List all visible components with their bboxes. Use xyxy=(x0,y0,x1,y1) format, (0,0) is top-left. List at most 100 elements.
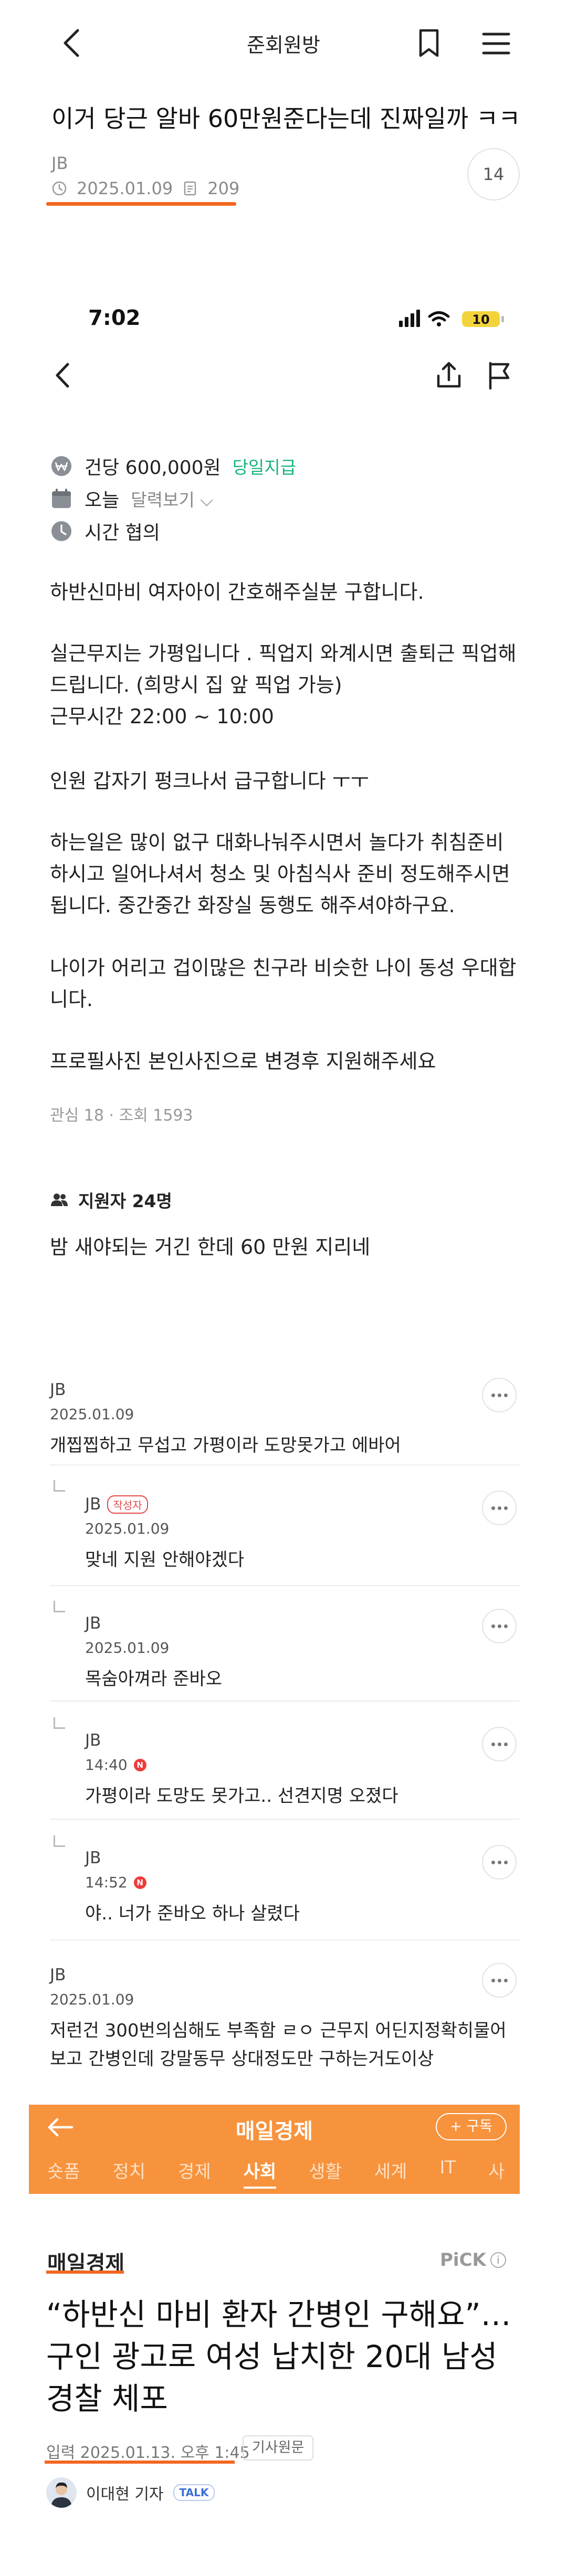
news-tabs: 숏폼 정치 경제 사회 생활 세계 IT 사 xyxy=(29,2157,520,2189)
news-header-bar: 매일경제 + 구독 숏폼 정치 경제 사회 생활 세계 IT 사 xyxy=(29,2105,520,2194)
tab-life[interactable]: 생활 xyxy=(309,2157,342,2189)
reply-item: JB 작성자 2025.01.09 맞네 지원 안해야겠다 xyxy=(85,1495,244,1574)
post-title: 이거 당근 알바 60만원준다는데 진짜일까 ㅋㅋ xyxy=(51,104,521,133)
tab-society[interactable]: 사회 xyxy=(243,2157,277,2189)
menu-icon[interactable] xyxy=(480,29,512,58)
back-icon[interactable] xyxy=(50,357,76,394)
comment-author: JB xyxy=(85,1614,101,1633)
share-icon[interactable] xyxy=(433,357,465,394)
article-headline: “하반신 마비 환자 간병인 구해요”…구인 광고로 여성 납치한 20대 남성… xyxy=(46,2297,511,2416)
comment-author-row: JB 작성자 xyxy=(85,1495,244,1514)
pay-tag: 당일지급 xyxy=(232,457,297,478)
comment-date: 2025.01.09 xyxy=(50,1406,134,1423)
comment-text: 맞네 지원 안해야겠다 xyxy=(85,1549,245,1570)
post-meta: 2025.01.09 209 xyxy=(51,178,239,198)
tab-politics[interactable]: 정치 xyxy=(113,2157,146,2189)
comment-more-button[interactable] xyxy=(482,1963,517,1998)
comment-text: 가평이라 도망도 못가고.. 선견지명 오졌다 xyxy=(85,1786,398,1807)
reply-indicator-icon xyxy=(54,1480,65,1492)
divider xyxy=(50,1464,520,1465)
date-row: 오늘 달력보기 ⌵ xyxy=(50,485,213,512)
post-views: 209 xyxy=(207,178,240,198)
poster-comment: 밤 새야되는 거긴 한데 60 만원 지리네 xyxy=(50,1236,371,1259)
comment-item: JB 2025.01.09 개찝찝하고 무섭고 가평이라 도망못가고 에바어 xyxy=(50,1380,401,1460)
comment-text: 저런건 300번의심해도 부족함 ㄹㅇ 근무지 어딘지정확히물어보고 간병인데 … xyxy=(50,2020,507,2070)
divider xyxy=(50,1585,520,1586)
applicants-count: 지원자 24명 xyxy=(50,1187,172,1212)
highlight-underline xyxy=(45,2461,235,2464)
pick-label: PiCK i xyxy=(440,2250,506,2271)
job-description-paragraph: 하는일은 많이 없구 대화나눠주시면서 놀다가 취침준비 하시고 일어나셔서 청… xyxy=(50,831,510,917)
status-time: 7:02 xyxy=(88,306,141,330)
status-icons: 10 xyxy=(399,310,504,327)
divider xyxy=(50,1939,520,1940)
avatar[interactable] xyxy=(46,2477,77,2508)
comment-date: 2025.01.09 xyxy=(50,1991,134,2008)
comment-date: 14:40 xyxy=(85,1756,128,1773)
views-icon xyxy=(184,181,196,196)
divider xyxy=(50,1819,520,1820)
comment-more-button[interactable] xyxy=(482,1378,517,1412)
highlight-underline xyxy=(46,202,236,206)
tab-world[interactable]: 세계 xyxy=(374,2157,407,2189)
time-row: 시간 협의 xyxy=(50,518,160,545)
original-article-button[interactable]: 기사원문 xyxy=(243,2435,314,2461)
comment-text: 목숨아껴라 준바오 xyxy=(85,1669,223,1690)
report-flag-icon[interactable] xyxy=(484,357,516,394)
comment-author: JB xyxy=(85,1495,101,1514)
pay-icon xyxy=(51,456,71,476)
comment-text: 야.. 너가 준바오 하나 살렸다 xyxy=(85,1903,300,1924)
chevron-down-icon: ⌵ xyxy=(200,490,214,510)
highlight-underline xyxy=(46,2271,124,2274)
article-date: 입력 2025.01.13. 오후 1:45 xyxy=(46,2444,250,2462)
comment-item: JB 2025.01.09 저런건 300번의심해도 부족함 ㄹㅇ 근무지 어딘… xyxy=(50,1966,512,2073)
date-label: 오늘 xyxy=(85,490,120,511)
info-icon[interactable]: i xyxy=(490,2252,506,2268)
community-header: 준회원방 xyxy=(0,0,567,89)
new-badge: N xyxy=(133,1876,146,1889)
comment-more-button[interactable] xyxy=(482,1845,517,1880)
comment-date: 2025.01.09 xyxy=(85,1520,170,1537)
battery-level: 10 xyxy=(472,312,489,327)
tab-it[interactable]: IT xyxy=(439,2157,456,2189)
signal-icon xyxy=(399,310,420,327)
tab-shortform[interactable]: 숏폼 xyxy=(47,2157,80,2189)
calendar-link[interactable]: 달력보기 ⌵ xyxy=(131,486,213,511)
comment-author: JB xyxy=(50,1966,66,1984)
talk-badge[interactable]: TALK xyxy=(173,2484,215,2501)
reporter-row: 이대현 기자 TALK xyxy=(46,2477,215,2508)
divider xyxy=(50,1701,520,1702)
comment-date-row: 14:52 N xyxy=(85,1874,300,1891)
comment-date: 2025.01.09 xyxy=(85,1639,170,1656)
bookmark-icon[interactable] xyxy=(416,27,442,59)
new-badge: N xyxy=(133,1758,146,1771)
job-description-line: 프로필사진 본인사진으로 변경후 지원해주세요 xyxy=(50,1050,436,1073)
comment-author: JB xyxy=(85,1731,101,1750)
reply-indicator-icon xyxy=(54,1835,65,1847)
tab-economy[interactable]: 경제 xyxy=(178,2157,211,2189)
comment-date-row: 14:40 N xyxy=(85,1756,398,1773)
clock-icon xyxy=(51,521,71,541)
comment-more-button[interactable] xyxy=(482,1609,517,1643)
comment-more-button[interactable] xyxy=(482,1727,517,1761)
job-description-paragraph: 나이가 어리고 겁이많은 친구라 비슷한 나이 동성 우대합니다. xyxy=(50,956,517,1011)
post-author: JB xyxy=(51,153,68,173)
calendar-icon xyxy=(52,489,71,508)
reply-item: JB 14:40 N 가평이라 도망도 못가고.. 선견지명 오졌다 xyxy=(85,1731,398,1810)
clock-icon xyxy=(52,181,67,196)
reply-item: JB 14:52 N 야.. 너가 준바오 하나 살렸다 xyxy=(85,1849,300,1928)
reporter-name[interactable]: 이대현 기자 xyxy=(86,2481,164,2504)
time-label: 시간 협의 xyxy=(85,522,160,544)
reply-indicator-icon xyxy=(54,1601,65,1612)
subscribe-button[interactable]: + 구독 xyxy=(436,2113,507,2140)
pay-row: 건당 600,000원 당일지급 xyxy=(50,452,296,480)
comment-date: 14:52 xyxy=(85,1874,128,1891)
comment-count-button[interactable]: 14 xyxy=(467,148,520,200)
comment-author: JB xyxy=(50,1380,66,1399)
comment-more-button[interactable] xyxy=(482,1491,517,1525)
post-stats: 관심 18 · 조회 1593 xyxy=(50,1106,193,1125)
comment-author: JB xyxy=(85,1849,101,1867)
tab-more[interactable]: 사 xyxy=(488,2157,505,2189)
reply-indicator-icon xyxy=(54,1717,65,1729)
pay-amount: 건당 600,000원 xyxy=(85,457,221,479)
